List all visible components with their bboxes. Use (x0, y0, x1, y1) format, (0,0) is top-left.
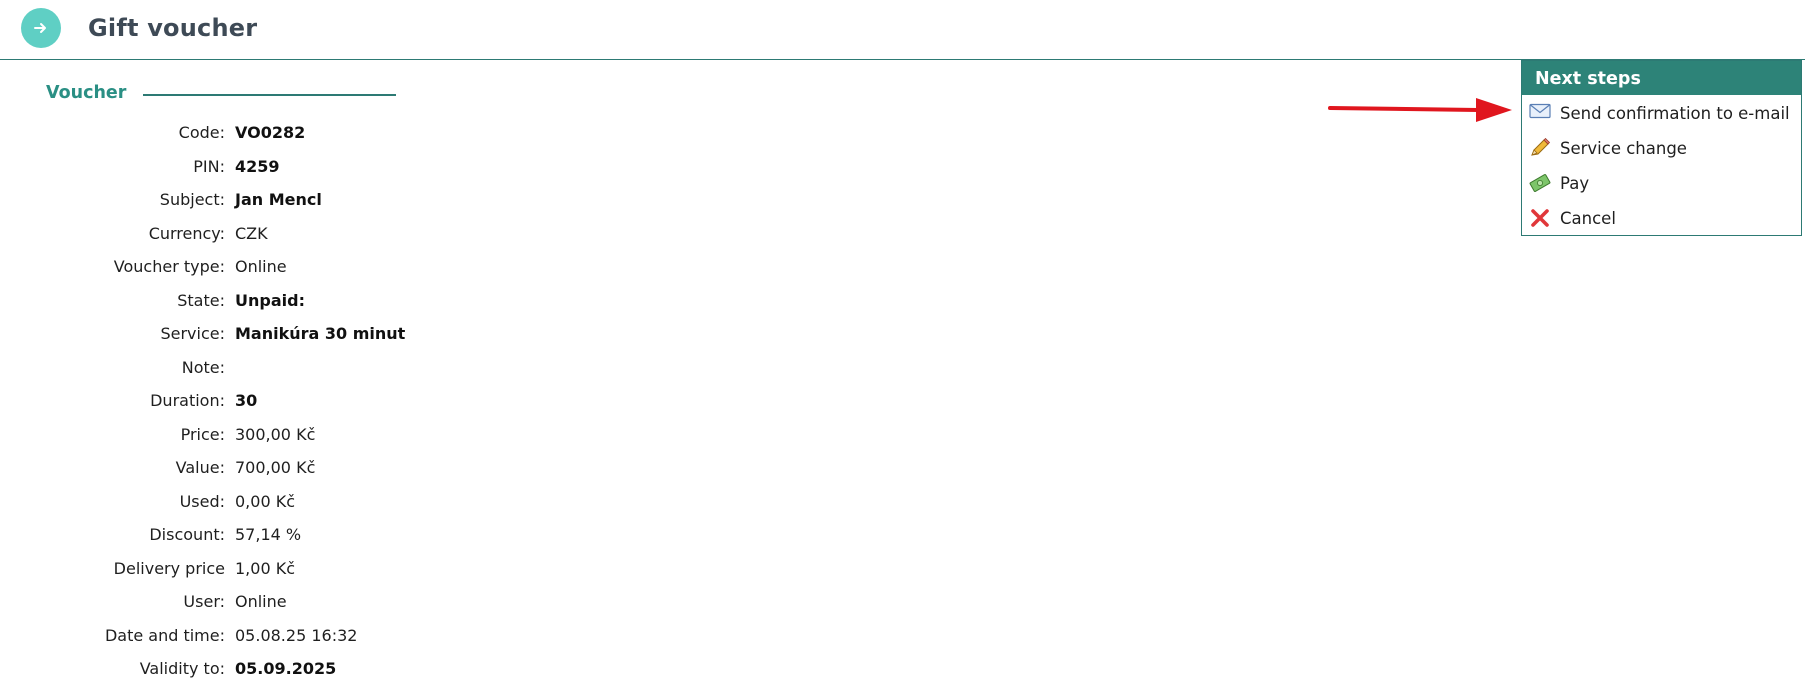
detail-row-voucher-type: Voucher type: Online (0, 251, 600, 285)
detail-label: State: (177, 290, 225, 310)
section-divider (143, 94, 396, 96)
detail-value: VO0282 (235, 123, 306, 142)
annotation-arrow-icon (1328, 98, 1512, 122)
detail-label: Subject: (159, 190, 225, 209)
detail-label: Duration: (150, 391, 225, 410)
detail-label: Discount: (149, 525, 225, 544)
next-step-label: Send confirmation to e-mail (1560, 104, 1790, 123)
detail-label: Delivery price (113, 558, 225, 578)
detail-label: Code: (178, 123, 225, 142)
detail-row-pin: PIN: 4259 (0, 151, 600, 185)
detail-row-validity: Validity to: 05.09.2025 (0, 653, 600, 687)
detail-label: Currency: (148, 223, 225, 243)
detail-label: Note: (181, 357, 225, 377)
detail-label: Value: (175, 458, 225, 477)
detail-row-discount: Discount: 57,14 % (0, 519, 600, 553)
next-steps-title: Next steps (1522, 61, 1801, 95)
detail-label: User: (183, 592, 225, 611)
detail-value: 0,00 Kč (235, 491, 295, 511)
detail-value: CZK (235, 223, 268, 243)
pencil-icon (1529, 137, 1551, 156)
detail-row-service: Service: Manikúra 30 minut (0, 318, 600, 352)
detail-row-code: Code: VO0282 (0, 117, 600, 151)
cancel-x-icon (1529, 208, 1551, 227)
detail-value: 05.09.2025 (235, 659, 337, 678)
next-steps-panel: Next steps Send confirmation to e-mail S… (1521, 60, 1802, 236)
detail-value: 05.08.25 16:32 (235, 625, 358, 645)
send-confirmation-email-button[interactable]: Send confirmation to e-mail (1522, 95, 1801, 130)
detail-row-date-time: Date and time: 05.08.25 16:32 (0, 620, 600, 654)
next-step-label: Cancel (1560, 209, 1616, 228)
detail-value: 57,14 % (235, 525, 302, 544)
pay-button[interactable]: Pay (1522, 165, 1801, 200)
detail-label: Validity to: (139, 659, 225, 678)
page-title: Gift voucher (88, 14, 258, 42)
detail-row-currency: Currency: CZK (0, 218, 600, 252)
detail-row-value: Value: 700,00 Kč (0, 452, 600, 486)
voucher-details: Code: VO0282 PIN: 4259 Subject: Jan Menc… (0, 117, 600, 687)
envelope-icon (1529, 103, 1551, 121)
detail-row-price: Price: 300,00 Kč (0, 419, 600, 453)
money-icon (1529, 173, 1551, 192)
arrow-right-circle-icon[interactable] (21, 8, 61, 48)
detail-row-subject: Subject: Jan Mencl (0, 184, 600, 218)
detail-row-used: Used: 0,00 Kč (0, 486, 600, 520)
page: Gift voucher Voucher Code: VO0282 PIN: 4… (0, 0, 1805, 689)
detail-value: 700,00 Kč (235, 458, 316, 477)
next-step-label: Service change (1560, 139, 1687, 158)
detail-label: Voucher type: (113, 257, 225, 276)
detail-label: Price: (180, 424, 225, 444)
next-step-label: Pay (1560, 174, 1590, 193)
detail-value: Unpaid: (235, 290, 305, 310)
cancel-button[interactable]: Cancel (1522, 200, 1801, 235)
detail-label: Service: (160, 324, 225, 343)
detail-row-state: State: Unpaid: (0, 285, 600, 319)
detail-value: Online (235, 592, 287, 611)
page-header: Gift voucher (0, 0, 1805, 60)
detail-value: Manikúra 30 minut (235, 324, 406, 343)
detail-value: 30 (235, 391, 258, 410)
detail-row-user: User: Online (0, 586, 600, 620)
detail-row-duration: Duration: 30 (0, 385, 600, 419)
detail-label: PIN: (193, 156, 225, 176)
detail-value: Jan Mencl (235, 190, 322, 209)
detail-value: 4259 (235, 156, 280, 176)
detail-label: Used: (179, 491, 225, 511)
detail-row-delivery-price: Delivery price 1,00 Kč (0, 553, 600, 587)
detail-row-note: Note: (0, 352, 600, 386)
service-change-button[interactable]: Service change (1522, 130, 1801, 165)
detail-value: Online (235, 257, 287, 276)
detail-label: Date and time: (104, 625, 225, 645)
detail-value: 300,00 Kč (235, 424, 316, 444)
detail-value: 1,00 Kč (235, 558, 295, 578)
section-title: Voucher (46, 83, 127, 103)
